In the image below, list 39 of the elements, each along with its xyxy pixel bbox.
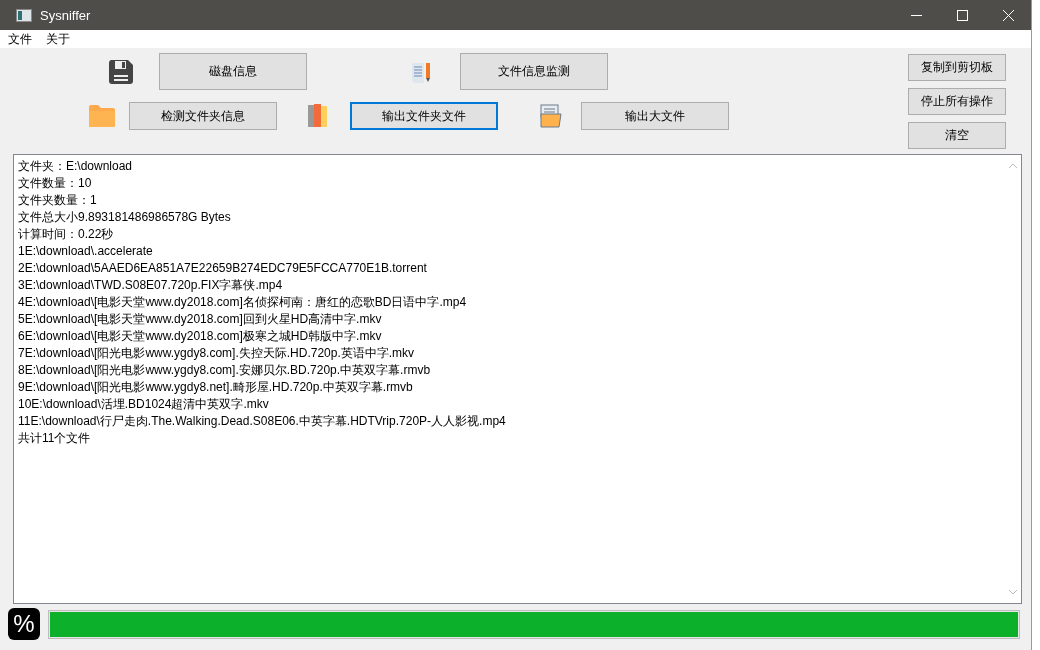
output-line: 10E:\download\活埋.BD1024超清中英双字.mkv bbox=[18, 396, 270, 413]
menu-item[interactable]: 文件 bbox=[8, 30, 32, 48]
scroll-up-icon bbox=[1009, 163, 1017, 168]
action-button[interactable]: 停止所有操作 bbox=[908, 88, 1006, 115]
output-line: 计算时间：0.22秒 bbox=[18, 226, 115, 243]
output-line: 6E:\download\[电影天堂www.dy2018.com]极寒之城HD韩版中字.mkv bbox=[18, 328, 383, 345]
output-text-area[interactable] bbox=[13, 154, 1022, 604]
output-line: 2E:\download\5AAED6EA851A7E22659B274EDC79E5FCCA770E1B.torrent bbox=[18, 260, 428, 277]
tool-button[interactable]: 输出文件夹文件 bbox=[350, 102, 498, 130]
percent-badge: % bbox=[8, 608, 40, 640]
window-title: Sysniffer bbox=[40, 7, 92, 23]
output-line: 7E:\download\[阳光电影www.ygdy8.com].失控天际.HD.720p.英语中字.mkv bbox=[18, 345, 416, 362]
output-line: 1E:\download\.accelerate bbox=[18, 243, 154, 260]
output-line: 9E:\download\[阳光电影www.ygdy8.net].畸形屋.HD.720p.中英双字幕.rmvb bbox=[18, 379, 414, 396]
tool-button[interactable]: 磁盘信息 bbox=[159, 53, 307, 90]
output-line: 文件夹数量：1 bbox=[18, 192, 98, 209]
output-line: 4E:\download\[电影天堂www.dy2018.com]名侦探柯南：唐红的恋歌BD日语中字.mp4 bbox=[18, 294, 468, 311]
folder-icon bbox=[88, 104, 116, 128]
output-line: 8E:\download\[阳光电影www.ygdy8.com].安娜贝尔.BD.720p.中英双字幕.rmvb bbox=[18, 362, 432, 379]
scroll-down-icon bbox=[1009, 590, 1017, 595]
output-line: 文件夹：E:\download bbox=[18, 158, 134, 175]
output-line: 5E:\download\[电影天堂www.dy2018.com]回到火星HD高清中字.mkv bbox=[18, 311, 383, 328]
output-line: 共计11个文件 bbox=[18, 430, 92, 447]
app-window-icon bbox=[16, 8, 32, 22]
minimize-icon bbox=[910, 14, 922, 16]
output-line: 11E:\download\行尸走肉.The.Walking.Dead.S08E06.中英字幕.HDTVrip.720P-人人影视.mp4 bbox=[18, 413, 507, 430]
output-line: 3E:\download\TWD.S08E07.720p.FIX字幕侠.mp4 bbox=[18, 277, 284, 294]
folder-document-icon bbox=[540, 104, 562, 128]
output-line: 文件数量：10 bbox=[18, 175, 93, 192]
output-line: 文件总大小9.893181486986578G Bytes bbox=[18, 209, 232, 226]
tool-button[interactable]: 检测文件夹信息 bbox=[129, 102, 277, 130]
close-icon bbox=[1002, 9, 1014, 21]
tool-button[interactable]: 文件信息监测 bbox=[460, 53, 608, 90]
action-button[interactable]: 复制到剪切板 bbox=[908, 54, 1006, 81]
books-icon bbox=[308, 104, 328, 128]
menu-item[interactable]: 关于 bbox=[46, 30, 70, 48]
action-button[interactable]: 清空 bbox=[908, 122, 1006, 149]
tool-button[interactable]: 输出大文件 bbox=[581, 102, 729, 130]
maximize-icon bbox=[956, 9, 968, 21]
